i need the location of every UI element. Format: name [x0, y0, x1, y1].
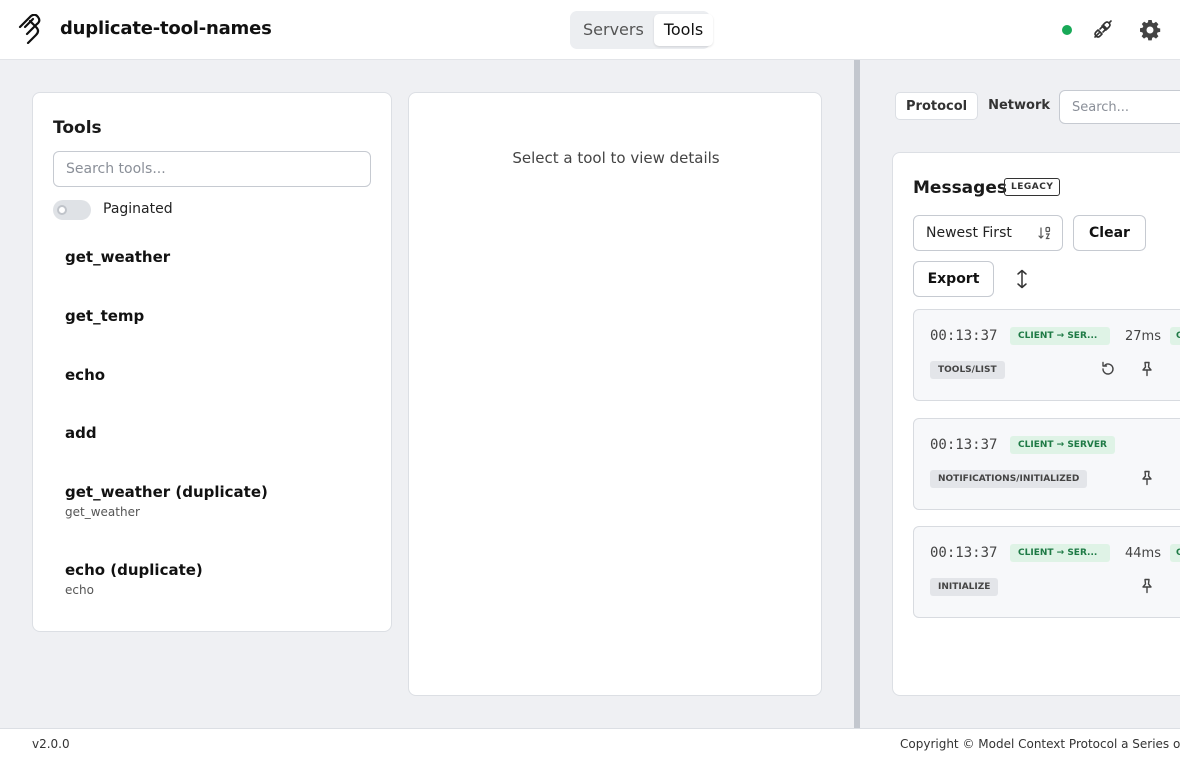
tab-network[interactable]: Network — [978, 92, 1060, 120]
message-time: 00:13:37 — [930, 545, 998, 561]
paginated-label: Paginated — [103, 201, 173, 217]
tab-protocol[interactable]: Protocol — [895, 92, 979, 120]
tool-name: get_temp — [65, 307, 145, 325]
message-card[interactable]: 00:13:37 CLIENT → SER... 44ms O INITIALI… — [913, 526, 1180, 618]
tool-item-add[interactable]: add — [53, 419, 371, 447]
panel-resize-handle[interactable] — [854, 60, 860, 728]
messages-panel: Messages LEGACY Newest First Clear Expor… — [892, 152, 1180, 696]
tool-name: add — [65, 424, 97, 442]
pin-icon[interactable] — [1139, 578, 1155, 594]
app-title: duplicate-tool-names — [60, 18, 272, 39]
tool-item-echo-duplicate[interactable]: echo (duplicate) echo — [53, 556, 371, 601]
method-badge: TOOLS/LIST — [930, 361, 1005, 379]
status-badge: O — [1170, 544, 1180, 562]
legacy-badge: LEGACY — [1004, 178, 1061, 196]
direction-badge: CLIENT → SER... — [1010, 544, 1110, 562]
tools-heading: Tools — [53, 118, 102, 138]
sort-order-value: Newest First — [926, 225, 1012, 241]
app-header: duplicate-tool-names Servers Tools — [0, 0, 1180, 60]
tool-original-name: echo — [65, 583, 94, 597]
direction-badge: CLIENT → SER... — [1010, 327, 1110, 345]
clear-button[interactable]: Clear — [1073, 215, 1146, 251]
details-empty-message: Select a tool to view details — [512, 149, 720, 167]
version-label: v2.0.0 — [32, 737, 70, 751]
tool-name: get_weather (duplicate) — [65, 483, 268, 501]
latency: 44ms — [1125, 546, 1161, 561]
messages-search-input[interactable] — [1059, 90, 1180, 124]
sort-order-select[interactable]: Newest First — [913, 215, 1063, 251]
method-badge: INITIALIZE — [930, 578, 999, 596]
message-card[interactable]: 00:13:37 CLIENT → SER... 27ms O TOOLS/LI… — [913, 309, 1180, 401]
tools-panel: Tools Paginated get_weather get_temp ech… — [32, 92, 392, 632]
copyright-text: Copyright © Model Context Protocol a Ser… — [900, 737, 1180, 751]
direction-badge: CLIENT → SERVER — [1010, 436, 1115, 454]
tool-name: get_weather — [65, 248, 171, 266]
tool-item-get-temp[interactable]: get_temp — [53, 302, 371, 330]
tool-details-panel: Select a tool to view details — [408, 92, 822, 696]
latency: 27ms — [1125, 329, 1161, 344]
tool-name: echo — [65, 366, 106, 384]
sort-icon — [1038, 226, 1051, 240]
tab-tools[interactable]: Tools — [653, 14, 714, 46]
plug-icon[interactable] — [1090, 18, 1114, 42]
connection-status-dot — [1062, 25, 1072, 35]
mcp-logo-icon — [18, 14, 41, 44]
inspector-tabs: Protocol Network — [895, 92, 1060, 122]
tool-item-get-weather[interactable]: get_weather — [53, 243, 371, 271]
app-footer: v2.0.0 Copyright © Model Context Protoco… — [0, 728, 1180, 760]
toggle-knob — [57, 205, 67, 215]
tool-item-echo[interactable]: echo — [53, 361, 371, 389]
message-time: 00:13:37 — [930, 437, 998, 453]
gear-icon[interactable] — [1138, 18, 1162, 42]
expand-collapse-icon[interactable] — [1014, 269, 1030, 289]
status-badge: O — [1170, 327, 1180, 345]
replay-icon[interactable] — [1100, 361, 1116, 377]
method-badge: NOTIFICATIONS/INITIALIZED — [930, 470, 1088, 488]
tool-name: echo (duplicate) — [65, 561, 203, 579]
search-tools-input[interactable] — [53, 151, 371, 187]
message-time: 00:13:37 — [930, 328, 998, 344]
pin-icon[interactable] — [1139, 361, 1155, 377]
tool-item-get-weather-duplicate[interactable]: get_weather (duplicate) get_weather — [53, 478, 371, 523]
paginated-toggle[interactable] — [53, 200, 91, 220]
export-button[interactable]: Export — [913, 261, 994, 297]
main-tabs: Servers Tools — [570, 11, 714, 49]
tab-servers[interactable]: Servers — [573, 14, 654, 46]
messages-title: Messages — [913, 178, 1007, 198]
tool-original-name: get_weather — [65, 505, 140, 519]
pin-icon[interactable] — [1139, 470, 1155, 486]
message-card[interactable]: 00:13:37 CLIENT → SERVER NOTIFICATIONS/I… — [913, 418, 1180, 510]
